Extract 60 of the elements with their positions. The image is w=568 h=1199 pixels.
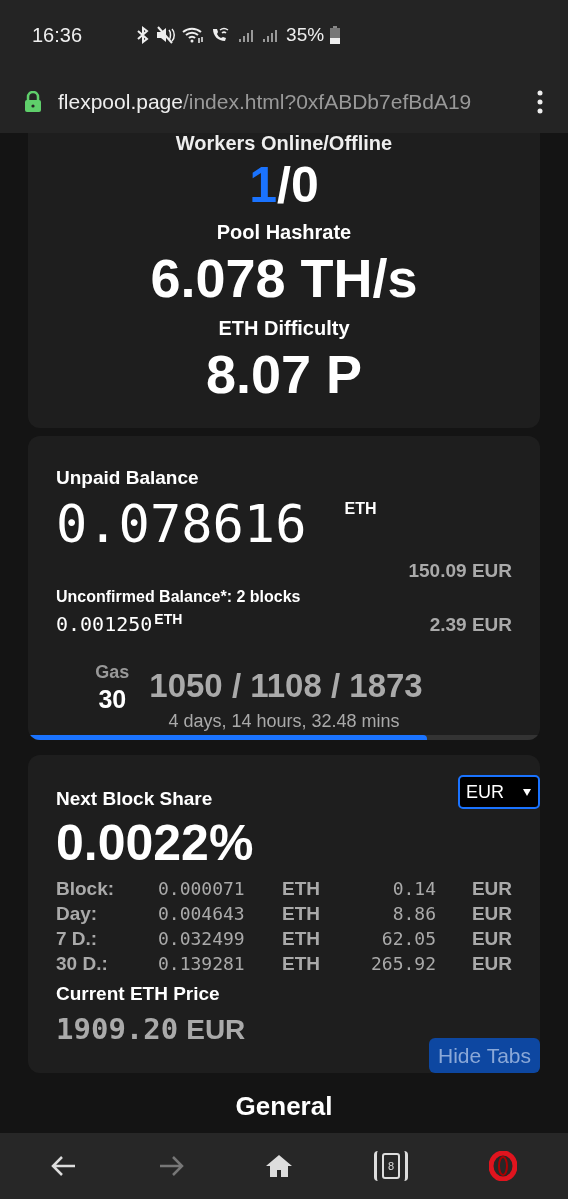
difficulty-value: 8.07 P — [205, 343, 363, 405]
battery-percent: 35% — [286, 22, 325, 47]
price-label: Current ETH Price — [56, 981, 221, 1006]
fiat-unit: EUR — [470, 951, 512, 976]
eth-amount: 0.004643 — [158, 901, 246, 926]
payout-eta: 4 days, 14 hours, 32.48 mins — [168, 710, 400, 733]
eth-amount: 0.032499 — [158, 926, 246, 951]
row-label: 7 D.: — [56, 926, 99, 951]
eth-unit: ETH — [282, 951, 321, 976]
fiat-unit: EUR — [470, 901, 512, 926]
wifi-icon — [182, 26, 205, 44]
balance-fiat: 150.09 EUR — [408, 558, 512, 583]
gas-prices: 1050 / 1108 / 1873 — [149, 665, 423, 706]
more-icon[interactable] — [536, 89, 544, 114]
fiat-amount: 62.05 — [380, 926, 436, 951]
eth-amount: 0.139281 — [158, 951, 246, 976]
home-icon[interactable] — [264, 1154, 293, 1178]
bluetooth-icon — [136, 26, 151, 44]
lock-icon — [24, 90, 42, 113]
gas-label: Gas — [95, 661, 130, 684]
price-unit: EUR — [186, 1013, 246, 1047]
currency-select[interactable]: EUR — [458, 775, 540, 809]
unconfirmed-fiat: 2.39 EUR — [429, 612, 512, 637]
row-label: 30 D.: — [56, 951, 109, 976]
caret-icon — [522, 787, 532, 797]
workers-label: Workers Online/Offline — [175, 133, 393, 155]
hide-tabs-button[interactable]: Hide Tabs — [429, 1038, 540, 1073]
section-heading: General — [235, 1090, 333, 1123]
back-icon[interactable] — [50, 1155, 77, 1177]
eth-amount: 0.000071 — [158, 876, 246, 901]
price-value: 1909.20 — [56, 1011, 179, 1048]
balance-unit: ETH — [344, 498, 377, 519]
fiat-unit: EUR — [470, 876, 512, 901]
eth-unit: ETH — [282, 901, 321, 926]
fiat-amount: 8.86 — [391, 901, 436, 926]
eth-unit: ETH — [282, 926, 321, 951]
unconfirmed-amount: 0.001250 — [56, 611, 153, 638]
hashrate-value: 6.078 TH/s — [150, 247, 418, 309]
row-label: Day: — [56, 901, 99, 926]
balance-amount: 0.078616 — [56, 492, 307, 555]
status-time: 16:36 — [32, 23, 83, 48]
hashrate-label: Pool Hashrate — [216, 220, 352, 245]
forward-icon[interactable] — [157, 1155, 184, 1177]
unconfirmed-label: Unconfirmed Balance*: 2 blocks — [56, 587, 301, 607]
eth-unit: ETH — [282, 876, 321, 901]
fiat-unit: EUR — [470, 926, 512, 951]
battery-icon — [330, 26, 341, 44]
tabs-button[interactable]: 8 — [374, 1151, 409, 1181]
workers-count: 1/0 — [249, 157, 319, 213]
row-label: Block: — [56, 876, 116, 901]
mute-icon — [156, 26, 177, 44]
gas-value: 30 — [98, 686, 127, 712]
difficulty-label: ETH Difficulty — [218, 316, 350, 341]
share-title: Next Block Share — [56, 787, 213, 811]
opera-logo-icon[interactable] — [489, 1151, 518, 1181]
fiat-amount: 265.92 — [369, 951, 436, 976]
balance-title: Unpaid Balance — [56, 466, 200, 490]
fiat-amount: 0.14 — [391, 876, 436, 901]
share-percent: 0.0022% — [56, 813, 255, 872]
unconfirmed-unit: ETH — [154, 610, 183, 629]
